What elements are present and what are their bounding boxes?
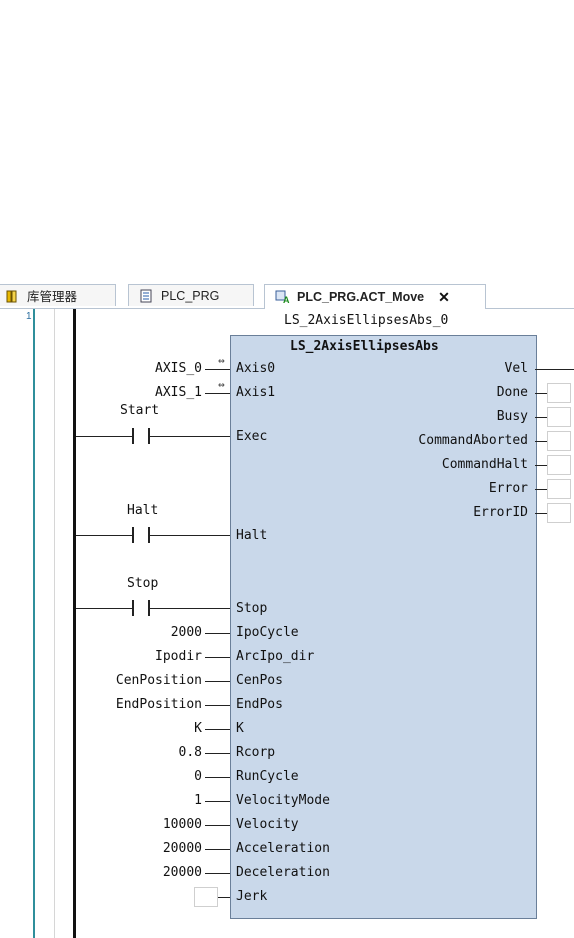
output-target-box[interactable] <box>547 455 571 475</box>
input-value[interactable]: CenPosition <box>116 673 202 689</box>
input-wire <box>205 753 230 754</box>
fb-input-pin: Exec <box>236 429 268 444</box>
input-value[interactable]: 10000 <box>163 817 202 833</box>
fb-input-pin: IpoCycle <box>236 625 299 640</box>
tab-plc-prg-act-move[interactable]: A PLC_PRG.ACT_Move ✕ <box>264 284 486 309</box>
contact-symbol[interactable] <box>132 527 150 543</box>
input-wire <box>205 705 230 706</box>
output-target-box[interactable] <box>547 407 571 427</box>
output-wire <box>535 465 547 466</box>
tab-label: 库管理器 <box>27 290 78 304</box>
input-wire <box>205 825 230 826</box>
output-wire <box>535 513 547 514</box>
fb-output-pin: Error <box>488 481 528 496</box>
input-wire <box>205 849 230 850</box>
input-value[interactable]: 2000 <box>171 625 202 641</box>
output-wire <box>535 417 547 418</box>
fb-output-pin: Vel <box>504 361 528 376</box>
fb-input-pin: Acceleration <box>236 841 330 856</box>
rung-wire <box>150 535 230 536</box>
output-target-box[interactable] <box>547 431 571 451</box>
left-power-rail <box>73 309 76 938</box>
fb-output-pin: CommandHalt <box>441 457 528 472</box>
output-wire <box>535 393 547 394</box>
fb-input-pin: VelocityMode <box>236 793 330 808</box>
fb-input-pin: K <box>236 721 244 736</box>
fb-input-pin: RunCycle <box>236 769 299 784</box>
fb-input-pin: Halt <box>236 528 268 543</box>
input-value[interactable] <box>194 887 218 907</box>
fb-input-pin: Rcorp <box>236 745 276 760</box>
output-wire <box>535 441 547 442</box>
fb-input-pin: ArcIpo_dir <box>236 649 315 664</box>
output-target-box[interactable] <box>547 503 571 523</box>
output-target-box[interactable] <box>547 383 571 403</box>
ref-input-var[interactable]: AXIS_0 <box>155 361 202 377</box>
input-value[interactable]: 20000 <box>163 865 202 881</box>
rung-wire <box>150 436 230 437</box>
fb-output-pin: ErrorID <box>473 505 528 520</box>
contact-symbol[interactable] <box>132 428 150 444</box>
rung-wire <box>76 436 132 437</box>
document-icon <box>139 289 153 303</box>
input-value[interactable]: 20000 <box>163 841 202 857</box>
contact-variable[interactable]: Halt <box>127 503 158 519</box>
input-value[interactable]: EndPosition <box>116 697 202 713</box>
output-target-box[interactable] <box>547 479 571 499</box>
input-wire <box>205 369 230 370</box>
input-wire <box>205 777 230 778</box>
tab-label: PLC_PRG <box>161 288 220 303</box>
input-wire <box>205 873 230 874</box>
fb-input-pin: Axis1 <box>236 385 276 400</box>
gutter-divider <box>54 309 55 938</box>
input-value[interactable]: 0.8 <box>179 745 202 761</box>
input-value[interactable]: Ipodir <box>155 649 202 665</box>
library-icon <box>5 289 19 303</box>
input-wire <box>205 729 230 730</box>
fb-input-pin: Stop <box>236 601 268 616</box>
close-tab-icon[interactable]: ✕ <box>438 289 450 306</box>
output-wire <box>535 369 574 370</box>
input-wire <box>205 633 230 634</box>
fb-input-pin: Deceleration <box>236 865 330 880</box>
tab-library-manager[interactable]: 库管理器 <box>0 284 116 306</box>
line-number: 1 <box>26 311 32 322</box>
contact-variable[interactable]: Start <box>120 403 159 419</box>
rung-wire <box>150 608 230 609</box>
fb-input-pin: EndPos <box>236 697 283 712</box>
input-wire <box>205 657 230 658</box>
contact-symbol[interactable] <box>132 600 150 616</box>
reference-arrow-icon: ⇔ <box>218 354 225 367</box>
fbd-editor[interactable]: 1 LS_2AxisEllipsesAbs_0 LS_2AxisEllipses… <box>0 309 574 938</box>
rung-wire <box>76 608 132 609</box>
input-wire <box>205 801 230 802</box>
fb-output-pin: Done <box>496 385 528 400</box>
input-wire <box>218 897 230 898</box>
svg-text:A: A <box>283 295 290 304</box>
input-value[interactable]: K <box>194 721 202 737</box>
tab-label: PLC_PRG.ACT_Move <box>297 290 425 304</box>
fb-output-pin: CommandAborted <box>418 433 528 448</box>
fb-output-pin: Busy <box>496 409 528 424</box>
action-icon: A <box>275 290 290 305</box>
reference-arrow-icon: ⇔ <box>218 378 225 391</box>
ref-input-var[interactable]: AXIS_1 <box>155 385 202 401</box>
fb-input-pin: CenPos <box>236 673 283 688</box>
fb-input-pin: Jerk <box>236 889 268 904</box>
rung-wire <box>76 535 132 536</box>
input-wire <box>205 681 230 682</box>
fb-type-name: LS_2AxisEllipsesAbs <box>290 339 439 354</box>
input-value[interactable]: 1 <box>194 793 202 809</box>
input-wire <box>205 393 230 394</box>
contact-variable[interactable]: Stop <box>127 576 158 592</box>
output-wire <box>535 489 547 490</box>
editor-tab-bar: 库管理器 PLC_PRG A PLC_PRG.ACT_Move ✕ <box>0 282 574 309</box>
fb-input-pin: Axis0 <box>236 361 276 376</box>
tab-plc-prg[interactable]: PLC_PRG <box>128 284 254 306</box>
gutter-marker <box>33 309 35 938</box>
fb-instance-name[interactable]: LS_2AxisEllipsesAbs_0 <box>284 313 448 329</box>
fb-input-pin: Velocity <box>236 817 299 832</box>
input-value[interactable]: 0 <box>194 769 202 785</box>
